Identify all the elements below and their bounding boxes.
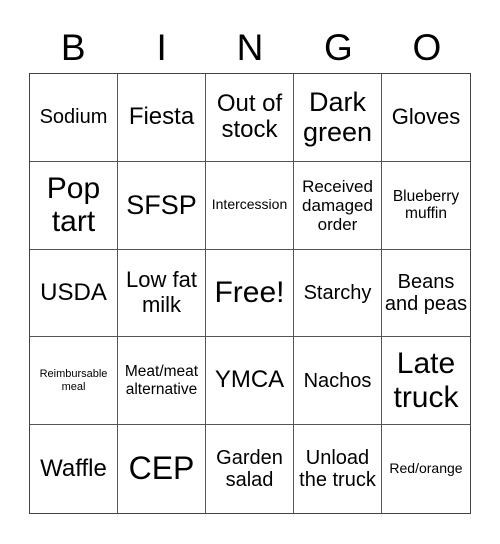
- bingo-cell[interactable]: Unload the truck: [294, 425, 382, 513]
- bingo-cell[interactable]: Blueberry muffin: [382, 162, 470, 250]
- bingo-cell[interactable]: Waffle: [30, 425, 118, 513]
- bingo-cell[interactable]: Late truck: [382, 337, 470, 426]
- bingo-cell[interactable]: Received damaged order: [294, 161, 382, 250]
- bingo-cell[interactable]: USDA: [30, 249, 118, 338]
- bingo-cell[interactable]: Fiesta: [118, 74, 206, 162]
- bingo-cell[interactable]: Meat/meat alternative: [118, 337, 206, 426]
- bingo-cell[interactable]: YMCA: [206, 337, 294, 426]
- header-letter-o: O: [412, 27, 442, 68]
- bingo-cell[interactable]: Starchy: [294, 249, 382, 338]
- free-space[interactable]: Free!: [206, 249, 294, 338]
- bingo-cell[interactable]: Intercession: [206, 161, 294, 250]
- bingo-cell[interactable]: Sodium: [30, 74, 118, 162]
- bingo-cell[interactable]: Dark green: [294, 74, 382, 162]
- bingo-cell[interactable]: CEP: [118, 425, 206, 513]
- bingo-cell[interactable]: Gloves: [382, 74, 470, 162]
- bingo-cell[interactable]: Nachos: [294, 337, 382, 426]
- header-letter-n: N: [236, 27, 264, 68]
- header-letter-g: G: [324, 27, 353, 68]
- bingo-cell[interactable]: SFSP: [118, 161, 206, 250]
- header-letter-i: I: [156, 27, 167, 68]
- bingo-grid: Sodium Fiesta Out of stock Dark green Gl…: [29, 73, 471, 514]
- header-letter-b: B: [60, 27, 86, 68]
- bingo-cell[interactable]: Garden salad: [206, 425, 294, 513]
- bingo-cell[interactable]: Beans and peas: [382, 250, 470, 338]
- bingo-cell[interactable]: Reimbursable meal: [30, 337, 118, 426]
- bingo-cell[interactable]: Red/orange: [382, 425, 470, 513]
- bingo-header: B I N G O: [29, 22, 471, 74]
- bingo-cell[interactable]: Low fat milk: [118, 249, 206, 338]
- bingo-cell[interactable]: Out of stock: [206, 74, 294, 162]
- bingo-cell[interactable]: Pop tart: [30, 161, 118, 250]
